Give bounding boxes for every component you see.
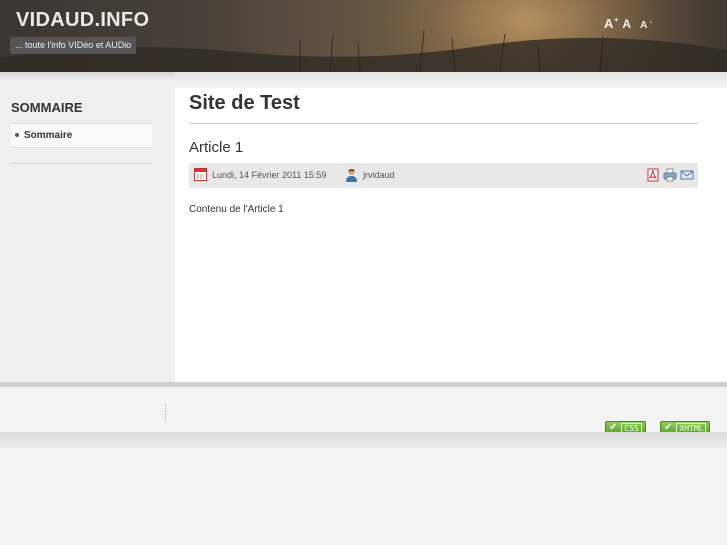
print-icon[interactable] (663, 168, 677, 182)
bullet-icon (15, 133, 19, 138)
page-title: Site de Test (189, 92, 300, 114)
sidebar-title: SOMMAIRE (11, 100, 83, 115)
site-header: VIDAUD.INFO ... toute l'info VIDéo et AU… (0, 0, 727, 72)
footer-bottom-bar (0, 432, 727, 448)
footer-separator (165, 404, 166, 421)
site-title[interactable]: VIDAUD.INFO (16, 9, 149, 32)
article-actions (646, 168, 694, 182)
sidebar: SOMMAIRE Sommaire (0, 80, 175, 382)
title-divider (189, 123, 698, 124)
calendar-icon (194, 168, 207, 181)
sidebar-item-label: Sommaire (24, 130, 73, 141)
font-size-controls: A + A A- (604, 16, 652, 34)
article-author: jrvidaud (363, 170, 395, 180)
main-content: Site de Test Article 1 Lundi, 14 Février… (175, 88, 727, 382)
font-decrease-button[interactable]: A- (640, 18, 652, 34)
sidebar-divider (11, 147, 152, 148)
sidebar-top-shadow (0, 72, 175, 80)
pdf-icon[interactable] (646, 168, 660, 182)
user-icon (346, 169, 357, 182)
article-date: Lundi, 14 Février 2011 15:59 (212, 170, 327, 180)
site-footer: ✔ CSS ✔ XHTML (0, 387, 727, 435)
email-icon[interactable] (680, 168, 694, 182)
site-tagline: ... toute l'info VIDéo et AUDio (10, 37, 137, 54)
font-reset-button[interactable]: A (622, 16, 631, 32)
content-top-shadow (175, 72, 727, 88)
article-meta-bar: Lundi, 14 Février 2011 15:59 jrvidaud (189, 163, 698, 188)
article-body: Contenu de l'Article 1 (189, 204, 284, 215)
sidebar-separator (11, 163, 152, 164)
font-increase-button[interactable]: A + (604, 16, 618, 32)
article-title[interactable]: Article 1 (189, 139, 243, 156)
sidebar-item-sommaire[interactable]: Sommaire (11, 124, 152, 147)
